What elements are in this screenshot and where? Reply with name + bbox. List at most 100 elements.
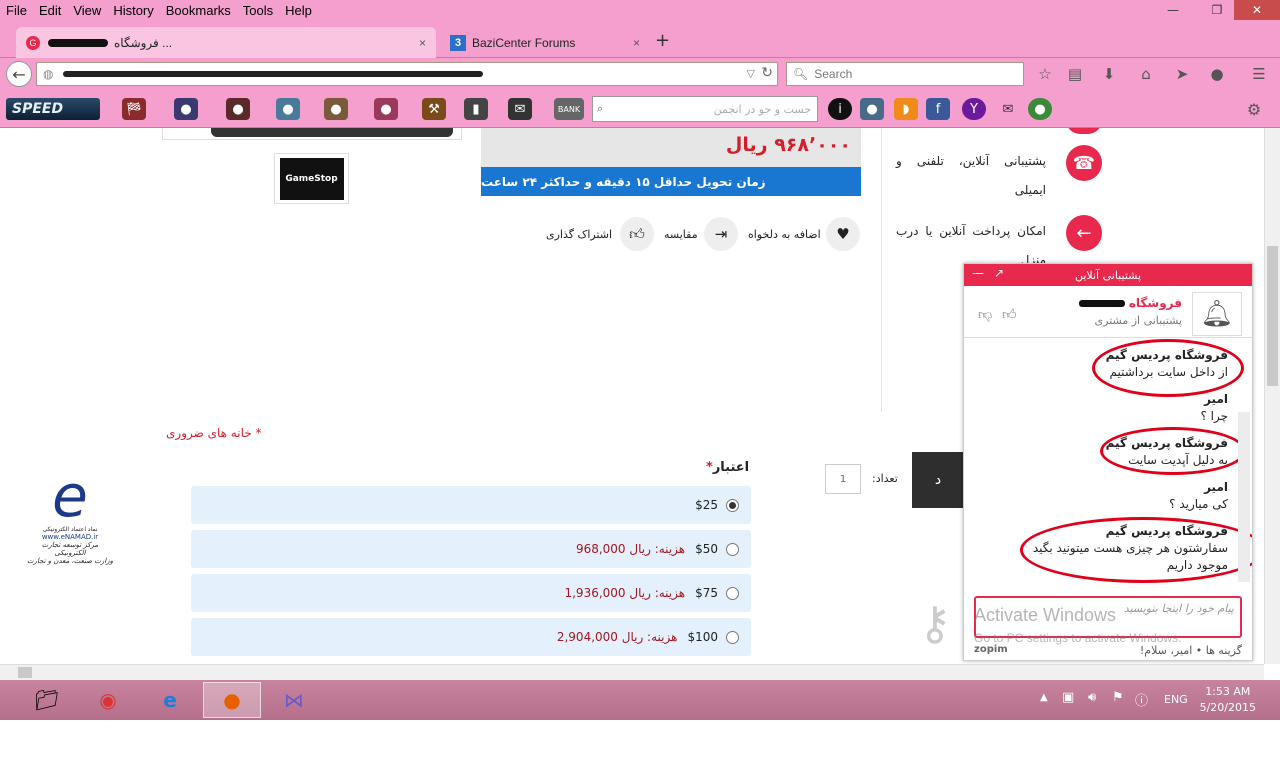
- close-window-button[interactable]: ✕: [1234, 0, 1280, 20]
- flag-icon[interactable]: ⚑: [1112, 690, 1124, 705]
- visual-studio-icon[interactable]: ⋈: [265, 682, 323, 718]
- share-thumb-icon[interactable]: 👍︎: [620, 217, 654, 251]
- mail-icon[interactable]: ✉: [508, 98, 532, 120]
- credit-option-50[interactable]: هزینه: ریال 968,000 $50: [191, 530, 751, 568]
- add-on-dropdown-icon[interactable]: ●: [1028, 98, 1052, 120]
- clock[interactable]: 1:53 AM 5/20/2015: [1200, 684, 1256, 716]
- credit-label: اعتبار*: [706, 460, 749, 475]
- gavel-icon[interactable]: ⚒: [422, 98, 446, 120]
- url-input[interactable]: ◍ ▽ ↻: [36, 62, 778, 86]
- bars-icon[interactable]: ▮: [464, 98, 488, 120]
- menu-view[interactable]: View: [67, 3, 107, 18]
- rss-icon[interactable]: ◗: [894, 98, 918, 120]
- yahoo-icon[interactable]: Y: [962, 98, 986, 120]
- chrome-icon[interactable]: ◉: [79, 682, 137, 718]
- product-image-frame: [162, 128, 462, 140]
- menu-help[interactable]: Help: [279, 3, 318, 18]
- chat-icon[interactable]: ●: [1205, 62, 1229, 86]
- minimize-chat-icon[interactable]: —: [972, 266, 984, 280]
- search-icon[interactable]: ⌕: [597, 102, 603, 116]
- reload-icon[interactable]: ↻: [761, 65, 773, 81]
- bookmark-star-icon[interactable]: ☆: [1033, 62, 1057, 86]
- option-amount: $100: [687, 630, 718, 644]
- car-icon[interactable]: ●: [174, 98, 198, 120]
- option-radio[interactable]: [726, 586, 739, 600]
- new-tab-button[interactable]: +: [655, 30, 670, 51]
- menu-hamburger-icon[interactable]: ☰: [1247, 62, 1271, 86]
- thumb-up-icon[interactable]: 👍︎: [1002, 306, 1017, 323]
- thumb-down-icon[interactable]: 👎︎: [978, 306, 992, 323]
- compare-arrows-icon[interactable]: ⇥: [704, 217, 738, 251]
- credit-option-75[interactable]: هزینه: ریال 1,936,000 $75: [191, 574, 751, 612]
- menu-tools[interactable]: Tools: [237, 3, 279, 18]
- send-icon[interactable]: ➤: [1170, 62, 1194, 86]
- minimize-button[interactable]: —: [1158, 0, 1188, 20]
- credit-option-100[interactable]: هزینه: ریال 2,904,000 $100: [191, 618, 751, 656]
- robot-icon[interactable]: ●: [276, 98, 300, 120]
- option-amount: $75: [695, 586, 718, 600]
- tab-close-icon[interactable]: ×: [633, 36, 640, 50]
- tab-bazicenter[interactable]: 3 BaziCenter Forums ×: [440, 27, 650, 58]
- scroll-thumb[interactable]: [1267, 246, 1278, 386]
- menu-bookmarks[interactable]: Bookmarks: [160, 3, 237, 18]
- quantity-input[interactable]: 1: [825, 464, 861, 494]
- share-label[interactable]: اشتراک گذاری: [546, 228, 612, 241]
- compare-label[interactable]: مقایسه: [664, 228, 698, 241]
- wishlist-label[interactable]: اضافه به دلخواه: [748, 228, 821, 241]
- option-radio[interactable]: [726, 498, 739, 512]
- add-to-cart-button[interactable]: د: [912, 452, 964, 508]
- character-icon[interactable]: ●: [374, 98, 398, 120]
- bank-icon[interactable]: BANK: [554, 98, 584, 120]
- internet-explorer-icon[interactable]: e: [141, 682, 199, 718]
- gamestop-thumbnail[interactable]: GameStop: [274, 153, 349, 204]
- gear-icon[interactable]: ⚙: [1242, 98, 1266, 120]
- home-icon[interactable]: ⌂: [1134, 62, 1158, 86]
- gmail-icon[interactable]: ✉: [996, 98, 1020, 120]
- language-indicator[interactable]: ENG: [1164, 693, 1188, 706]
- scroll-thumb[interactable]: [18, 667, 32, 678]
- firefox-icon[interactable]: ●: [203, 682, 261, 718]
- info-icon[interactable]: i: [828, 98, 852, 120]
- menu-history[interactable]: History: [107, 3, 159, 18]
- vertical-scrollbar[interactable]: [1264, 128, 1280, 664]
- dropdown-arrow-icon[interactable]: ▽: [747, 67, 755, 80]
- back-arrow-icon[interactable]: ←: [6, 61, 32, 87]
- racing-game-icon[interactable]: 🏁︎: [122, 98, 146, 120]
- forum-search-input[interactable]: جست و جو در انجمن ⌕: [592, 96, 818, 122]
- feature-support: پشتیبانی آنلاین، تلفنی و ایمیلی: [896, 154, 1046, 197]
- chat-header[interactable]: — ↗ پشتیبانی آنلاین: [964, 264, 1252, 286]
- users-icon[interactable]: ●: [860, 98, 884, 120]
- option-cost: هزینه: ریال 2,904,000: [556, 630, 678, 644]
- chat-scrollbar[interactable]: [1238, 412, 1250, 582]
- chat-footer[interactable]: گزینه ها • امیر، سلام!: [1140, 644, 1242, 657]
- credit-option-25[interactable]: $25: [191, 486, 751, 524]
- popout-chat-icon[interactable]: ↗: [994, 266, 1004, 280]
- helmet-icon[interactable]: ●: [226, 98, 250, 120]
- option-radio[interactable]: [726, 630, 739, 644]
- menu-file[interactable]: File: [0, 3, 33, 18]
- downloads-icon[interactable]: ⬇: [1097, 62, 1121, 86]
- bell-icon: 🔔︎: [1192, 292, 1242, 336]
- horizontal-scrollbar[interactable]: [0, 664, 1264, 680]
- restore-button[interactable]: ❐: [1202, 0, 1232, 20]
- wishlist-heart-icon[interactable]: ♥: [826, 217, 860, 251]
- file-explorer-icon[interactable]: 📁︎: [18, 682, 76, 718]
- tab-store[interactable]: G فروشگاه ... ×: [16, 27, 436, 58]
- network-icon[interactable]: ▣: [1062, 690, 1074, 705]
- enamad-badge[interactable]: e نماد اعتماد الکترونیکی www.eNAMAD.ir م…: [26, 466, 114, 601]
- search-placeholder: Search: [814, 67, 853, 81]
- search-input[interactable]: 🔍︎ Search: [786, 62, 1024, 86]
- message-sender: امیر: [1204, 480, 1228, 494]
- arrow-left-icon: ←: [1066, 215, 1102, 251]
- menu-edit[interactable]: Edit: [33, 3, 67, 18]
- info-tray-icon[interactable]: ⓘ: [1135, 690, 1148, 709]
- handshake-icon[interactable]: ●: [324, 98, 348, 120]
- volume-icon[interactable]: 🔊︎: [1088, 690, 1096, 705]
- speed-logo[interactable]: SPEED: [6, 98, 100, 120]
- facebook-icon[interactable]: f: [926, 98, 950, 120]
- option-radio[interactable]: [726, 542, 739, 556]
- gift-card-image: [211, 128, 453, 137]
- reading-list-icon[interactable]: ▤: [1063, 62, 1087, 86]
- tray-expand-icon[interactable]: ▲: [1040, 692, 1048, 703]
- tab-close-icon[interactable]: ×: [419, 36, 426, 50]
